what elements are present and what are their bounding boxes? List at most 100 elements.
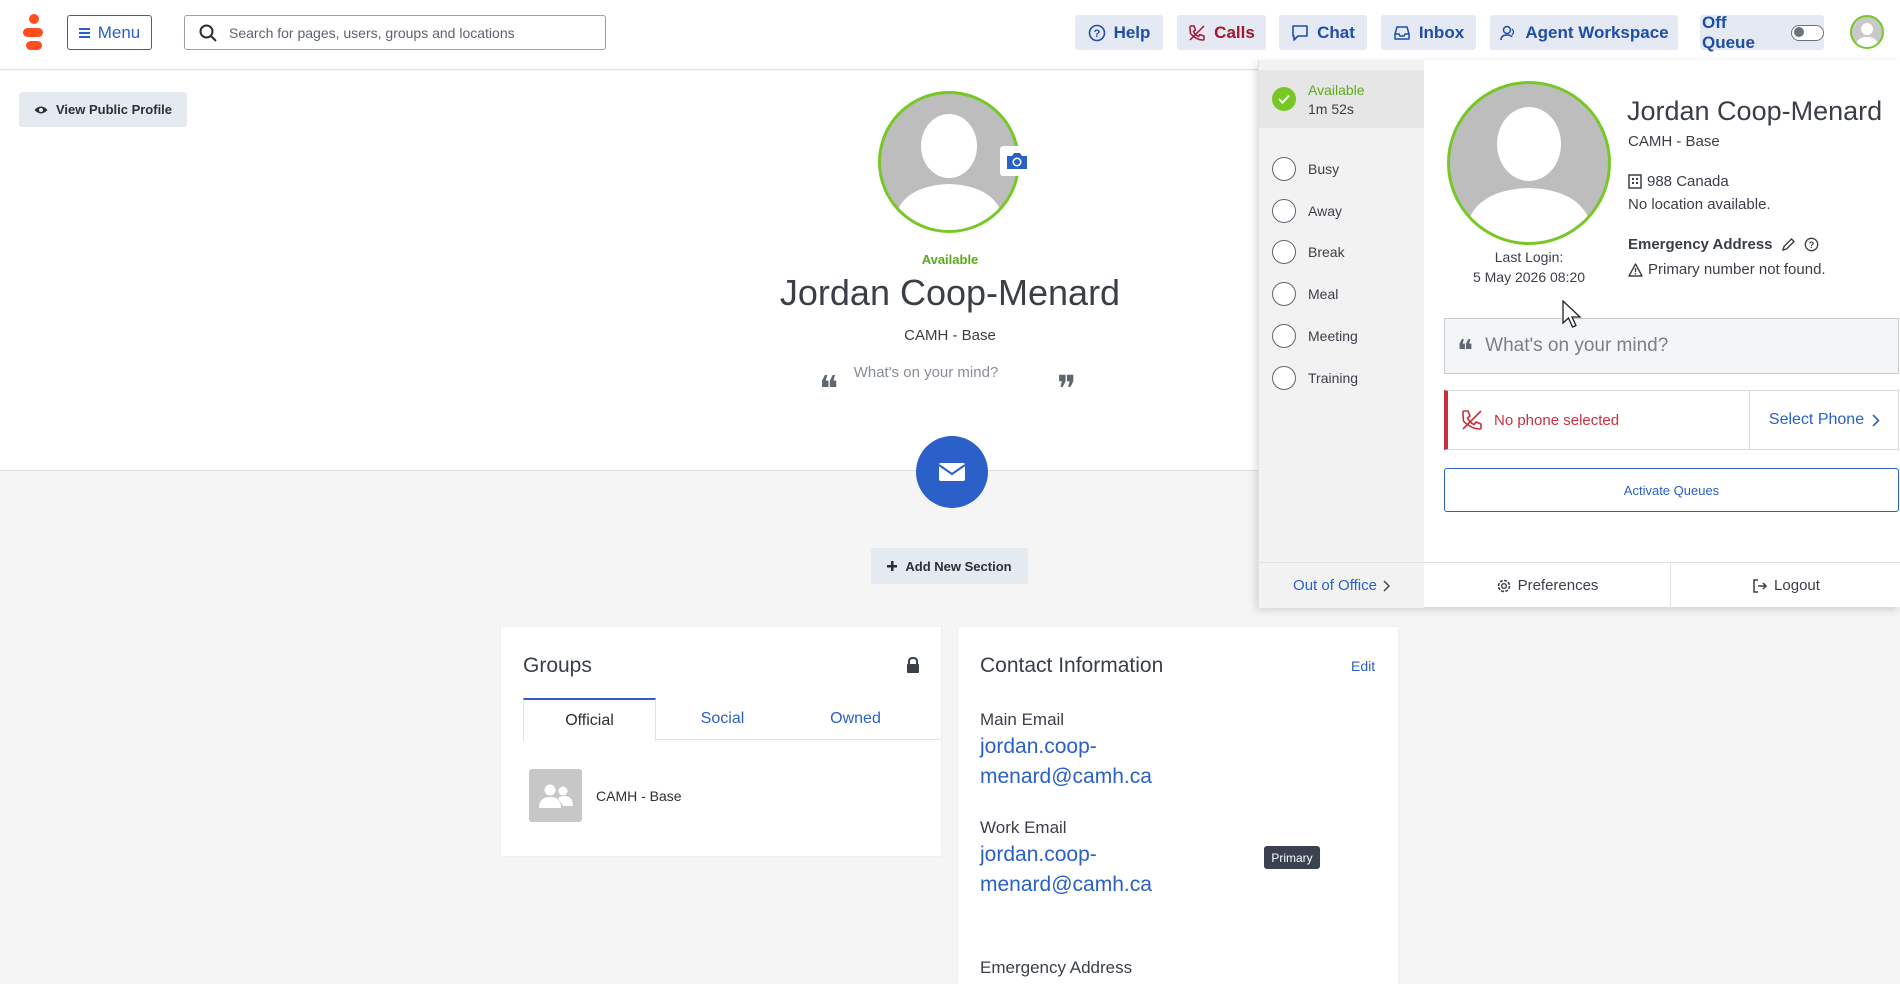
inbox-label: Inbox [1418, 22, 1465, 42]
help-label: Help [1113, 22, 1151, 42]
view-public-label: View Public Profile [55, 102, 173, 117]
agent-workspace-button[interactable]: Agent Workspace [1490, 15, 1678, 50]
status-label: Busy [1308, 161, 1340, 177]
main-email-link[interactable]: jordan.coop- menard@camh.ca [980, 732, 1210, 792]
main-email-line1: jordan.coop- [980, 735, 1097, 758]
global-search[interactable] [184, 15, 606, 50]
group-item[interactable]: CAMH - Base [529, 769, 682, 822]
panel-location: 988 Canada [1628, 173, 1729, 190]
close-quote-icon: ❞ [1057, 369, 1077, 410]
status-away[interactable]: Away [1259, 191, 1424, 231]
toggle-switch[interactable] [1791, 24, 1824, 41]
status-busy[interactable]: Busy [1259, 149, 1424, 189]
header-avatar[interactable] [1850, 15, 1884, 49]
phone-off-icon [1462, 410, 1482, 430]
panel-no-location: No location available. [1628, 196, 1771, 213]
agent-workspace-label: Agent Workspace [1525, 22, 1669, 42]
status-label: Meal [1308, 286, 1339, 302]
status-training[interactable]: Training [1259, 358, 1424, 398]
main-email-label: Main Email [980, 710, 1065, 729]
logout-icon [1753, 578, 1768, 593]
menu-button[interactable]: Menu [67, 15, 152, 50]
chat-button[interactable]: Chat [1279, 15, 1367, 50]
inbox-button[interactable]: Inbox [1381, 15, 1476, 50]
view-public-profile-button[interactable]: View Public Profile [19, 92, 187, 127]
radio-circle-icon [1272, 366, 1296, 390]
pencil-icon[interactable] [1781, 237, 1796, 252]
chat-bubble-icon [1292, 24, 1308, 41]
profile-avatar[interactable] [878, 91, 1020, 233]
preferences-button[interactable]: Preferences [1424, 563, 1671, 608]
activate-queues-button[interactable]: Activate Queues [1444, 468, 1899, 512]
logout-button[interactable]: Logout [1671, 563, 1900, 608]
status-available[interactable]: Available 1m 52s [1259, 70, 1424, 128]
preferences-label: Preferences [1517, 577, 1599, 594]
status-label: Meeting [1308, 328, 1358, 344]
status-label: Break [1308, 244, 1345, 260]
panel-footer: Out of Office Preferences Logout [1259, 562, 1900, 608]
work-email-line2: menard@camh.ca [980, 873, 1152, 896]
status-break[interactable]: Break [1259, 232, 1424, 272]
panel-user-name: Jordan Coop-Menard [1627, 96, 1883, 126]
status-meal[interactable]: Meal [1259, 274, 1424, 314]
profile-status: Available [921, 252, 979, 267]
change-photo-button[interactable] [1000, 146, 1034, 176]
status-message-input[interactable] [1485, 335, 1866, 357]
svg-text:?: ? [1808, 240, 1814, 250]
send-email-button[interactable] [916, 436, 988, 508]
out-of-office-button[interactable]: Out of Office [1259, 563, 1424, 608]
warning-triangle-icon [1628, 262, 1643, 277]
contact-title: Contact Information [980, 654, 1164, 677]
contact-information-card: Contact Information Edit Main Email jord… [958, 627, 1398, 984]
tab-owned[interactable]: Owned [789, 698, 922, 739]
status-meeting[interactable]: Meeting [1259, 316, 1424, 356]
primary-warning-text: Primary number not found. [1648, 261, 1826, 278]
add-new-section-button[interactable]: Add New Section [871, 548, 1028, 584]
radio-circle-icon [1272, 199, 1296, 223]
tab-official[interactable]: Official [523, 698, 656, 741]
profile-name: Jordan Coop-Menard [779, 272, 1121, 313]
phone-selection-row: No phone selected Select Phone [1444, 390, 1899, 450]
status-message[interactable]: What's on your mind? [826, 364, 1026, 381]
panel-primary-warning: Primary number not found. [1628, 261, 1826, 278]
queue-label: Off Queue [1702, 12, 1755, 52]
panel-status-message-field[interactable]: ❝ [1444, 318, 1899, 374]
work-email-line1: jordan.coop- [980, 843, 1097, 866]
last-login-label: Last Login: [1494, 249, 1564, 265]
lock-icon [907, 657, 919, 673]
tab-social[interactable]: Social [656, 698, 789, 739]
work-email-link[interactable]: jordan.coop- menard@camh.ca [980, 840, 1210, 900]
main-email-line2: menard@camh.ca [980, 765, 1152, 788]
queue-toggle[interactable]: Off Queue [1700, 12, 1824, 52]
work-email-label: Work Email [980, 818, 1067, 837]
radio-circle-icon [1272, 157, 1296, 181]
groups-card: Groups Official Social Owned CAMH - Base [501, 627, 941, 856]
menu-label: Menu [97, 22, 141, 42]
add-section-label: Add New Section [905, 558, 1012, 574]
groups-title: Groups [523, 654, 592, 677]
calls-button[interactable]: Calls [1177, 15, 1266, 50]
search-input[interactable] [229, 24, 589, 41]
inbox-icon [1394, 25, 1410, 40]
panel-user-org: CAMH - Base [1628, 133, 1720, 150]
building-icon [1628, 174, 1642, 189]
chat-label: Chat [1317, 22, 1355, 42]
genesys-logo[interactable] [20, 14, 46, 52]
user-silhouette-icon [1856, 23, 1878, 47]
svg-text:?: ? [1093, 28, 1100, 40]
no-phone-selected: No phone selected [1460, 408, 1750, 432]
chevron-right-icon [1872, 413, 1880, 427]
panel-avatar[interactable] [1447, 81, 1611, 245]
last-login-value: 5 May 2026 08:20 [1472, 269, 1586, 285]
status-label: Away [1308, 203, 1342, 219]
help-button[interactable]: ? Help [1075, 15, 1163, 50]
edit-contact-link[interactable]: Edit [1351, 658, 1375, 674]
groups-tabs: Official Social Owned [523, 698, 941, 741]
presence-status-list: Available 1m 52s Busy Away Break Meal Me… [1259, 60, 1424, 562]
eye-icon [34, 106, 48, 113]
profile-org: CAMH - Base [904, 327, 996, 344]
select-phone-button[interactable]: Select Phone [1749, 391, 1899, 449]
hamburger-icon [78, 26, 90, 40]
help-circle-icon[interactable]: ? [1804, 237, 1819, 252]
logout-label: Logout [1774, 577, 1820, 594]
